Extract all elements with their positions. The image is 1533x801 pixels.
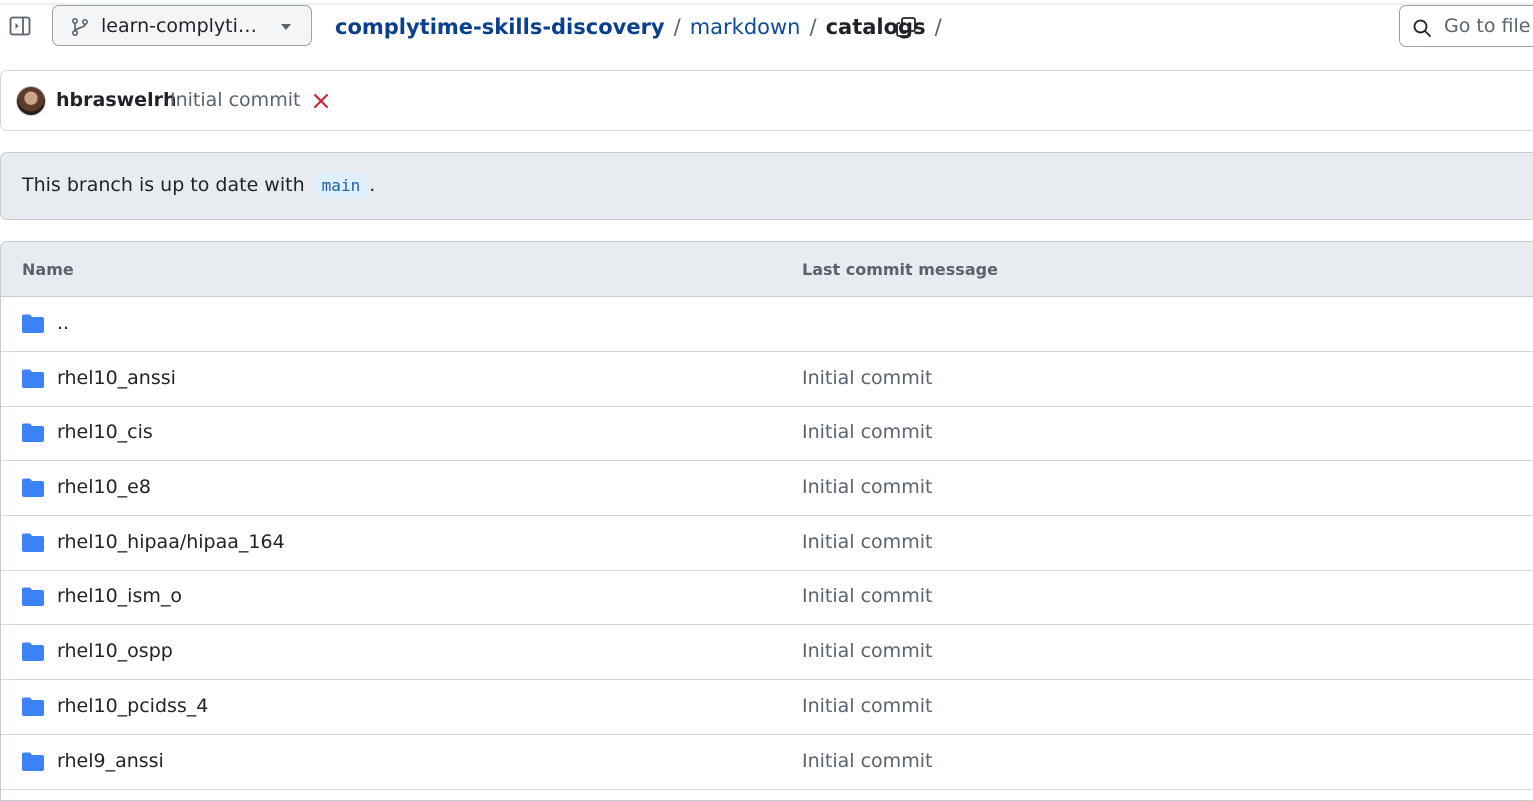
commit-message-link[interactable]: Initial commit [802,367,932,389]
folder-icon [22,587,44,606]
folder-icon [22,423,44,442]
table-row[interactable]: rhel9_anssi Initial commit [1,735,1533,790]
table-row[interactable]: rhel10_hipaa/hipaa_164 Initial commit [1,516,1533,571]
go-to-file-input[interactable]: Go to file [1399,5,1533,47]
file-name-link[interactable]: rhel10_hipaa/hipaa_164 [57,531,285,553]
column-header-name: Name [22,260,74,279]
sidebar-expand-icon[interactable] [9,15,31,37]
commit-message-link[interactable]: Initial commit [802,640,932,662]
table-row[interactable]: rhel10_anssi Initial commit [1,352,1533,407]
git-branch-icon [71,17,89,37]
folder-icon [22,697,44,716]
file-table: Name Last commit message .. rhel10_anssi… [0,241,1533,801]
breadcrumb-separator: / [809,15,817,39]
commit-message-link[interactable]: Initial commit [802,585,932,607]
x-icon[interactable] [313,93,329,109]
table-row-parent[interactable]: .. [1,297,1533,352]
commit-message-link[interactable]: Initial commit [802,476,932,498]
file-name-link[interactable]: rhel10_pcidss_4 [57,695,208,717]
copy-path-icon[interactable] [895,16,917,38]
table-row[interactable]: rhel10_pcidss_4 Initial commit [1,680,1533,735]
chevron-down-icon [281,24,291,30]
branch-name: learn-complytime-skills-discovery [101,15,267,37]
base-branch-code: main [314,173,368,198]
file-name-link[interactable]: rhel10_cis [57,421,153,443]
folder-icon [22,642,44,661]
file-name-link[interactable]: .. [57,312,69,334]
avatar[interactable] [16,86,46,116]
breadcrumb-folder-link[interactable]: markdown [690,15,801,39]
file-name-link[interactable]: rhel10_anssi [57,367,176,389]
status-text-before: This branch is up to date with [22,174,305,196]
folder-icon [22,478,44,497]
breadcrumb-separator: / [673,15,681,39]
go-to-file-placeholder: Go to file [1444,15,1531,37]
status-text-after: . [369,174,376,196]
folder-icon [22,369,44,388]
table-row[interactable]: rhel10_e8 Initial commit [1,461,1533,516]
commit-message-link[interactable]: Initial commit [802,421,932,443]
column-header-last-commit: Last commit message [802,260,998,279]
commit-author-link[interactable]: hbraswelrh [56,89,176,111]
folder-icon [22,752,44,771]
breadcrumb: complytime-skills-discovery / markdown /… [335,11,951,43]
commit-message-link[interactable]: Initial commit [802,531,932,553]
table-row[interactable]: rhel10_ospp Initial commit [1,625,1533,680]
file-name-link[interactable]: rhel10_ism_o [57,585,182,607]
search-icon [1413,19,1431,37]
breadcrumb-separator: / [934,15,942,39]
latest-commit-bar: hbraswelrh Initial commit [0,70,1533,131]
table-row[interactable]: rhel10_ism_o Initial commit [1,570,1533,625]
folder-icon [22,533,44,552]
commit-message-link[interactable]: Initial commit [170,89,300,111]
table-row[interactable]: rhel10_cis Initial commit [1,406,1533,461]
breadcrumb-repo-link[interactable]: complytime-skills-discovery [335,15,665,39]
commit-message-link[interactable]: Initial commit [802,695,932,717]
file-name-link[interactable]: rhel10_ospp [57,640,173,662]
folder-icon [22,314,44,333]
file-name-link[interactable]: rhel10_e8 [57,476,151,498]
branch-selector-button[interactable]: learn-complytime-skills-discovery [52,5,312,46]
branch-status-banner: This branch is up to date with main. [0,152,1533,220]
branch-status-text: This branch is up to date with main. [22,173,376,198]
table-header: Name Last commit message [1,242,1533,297]
